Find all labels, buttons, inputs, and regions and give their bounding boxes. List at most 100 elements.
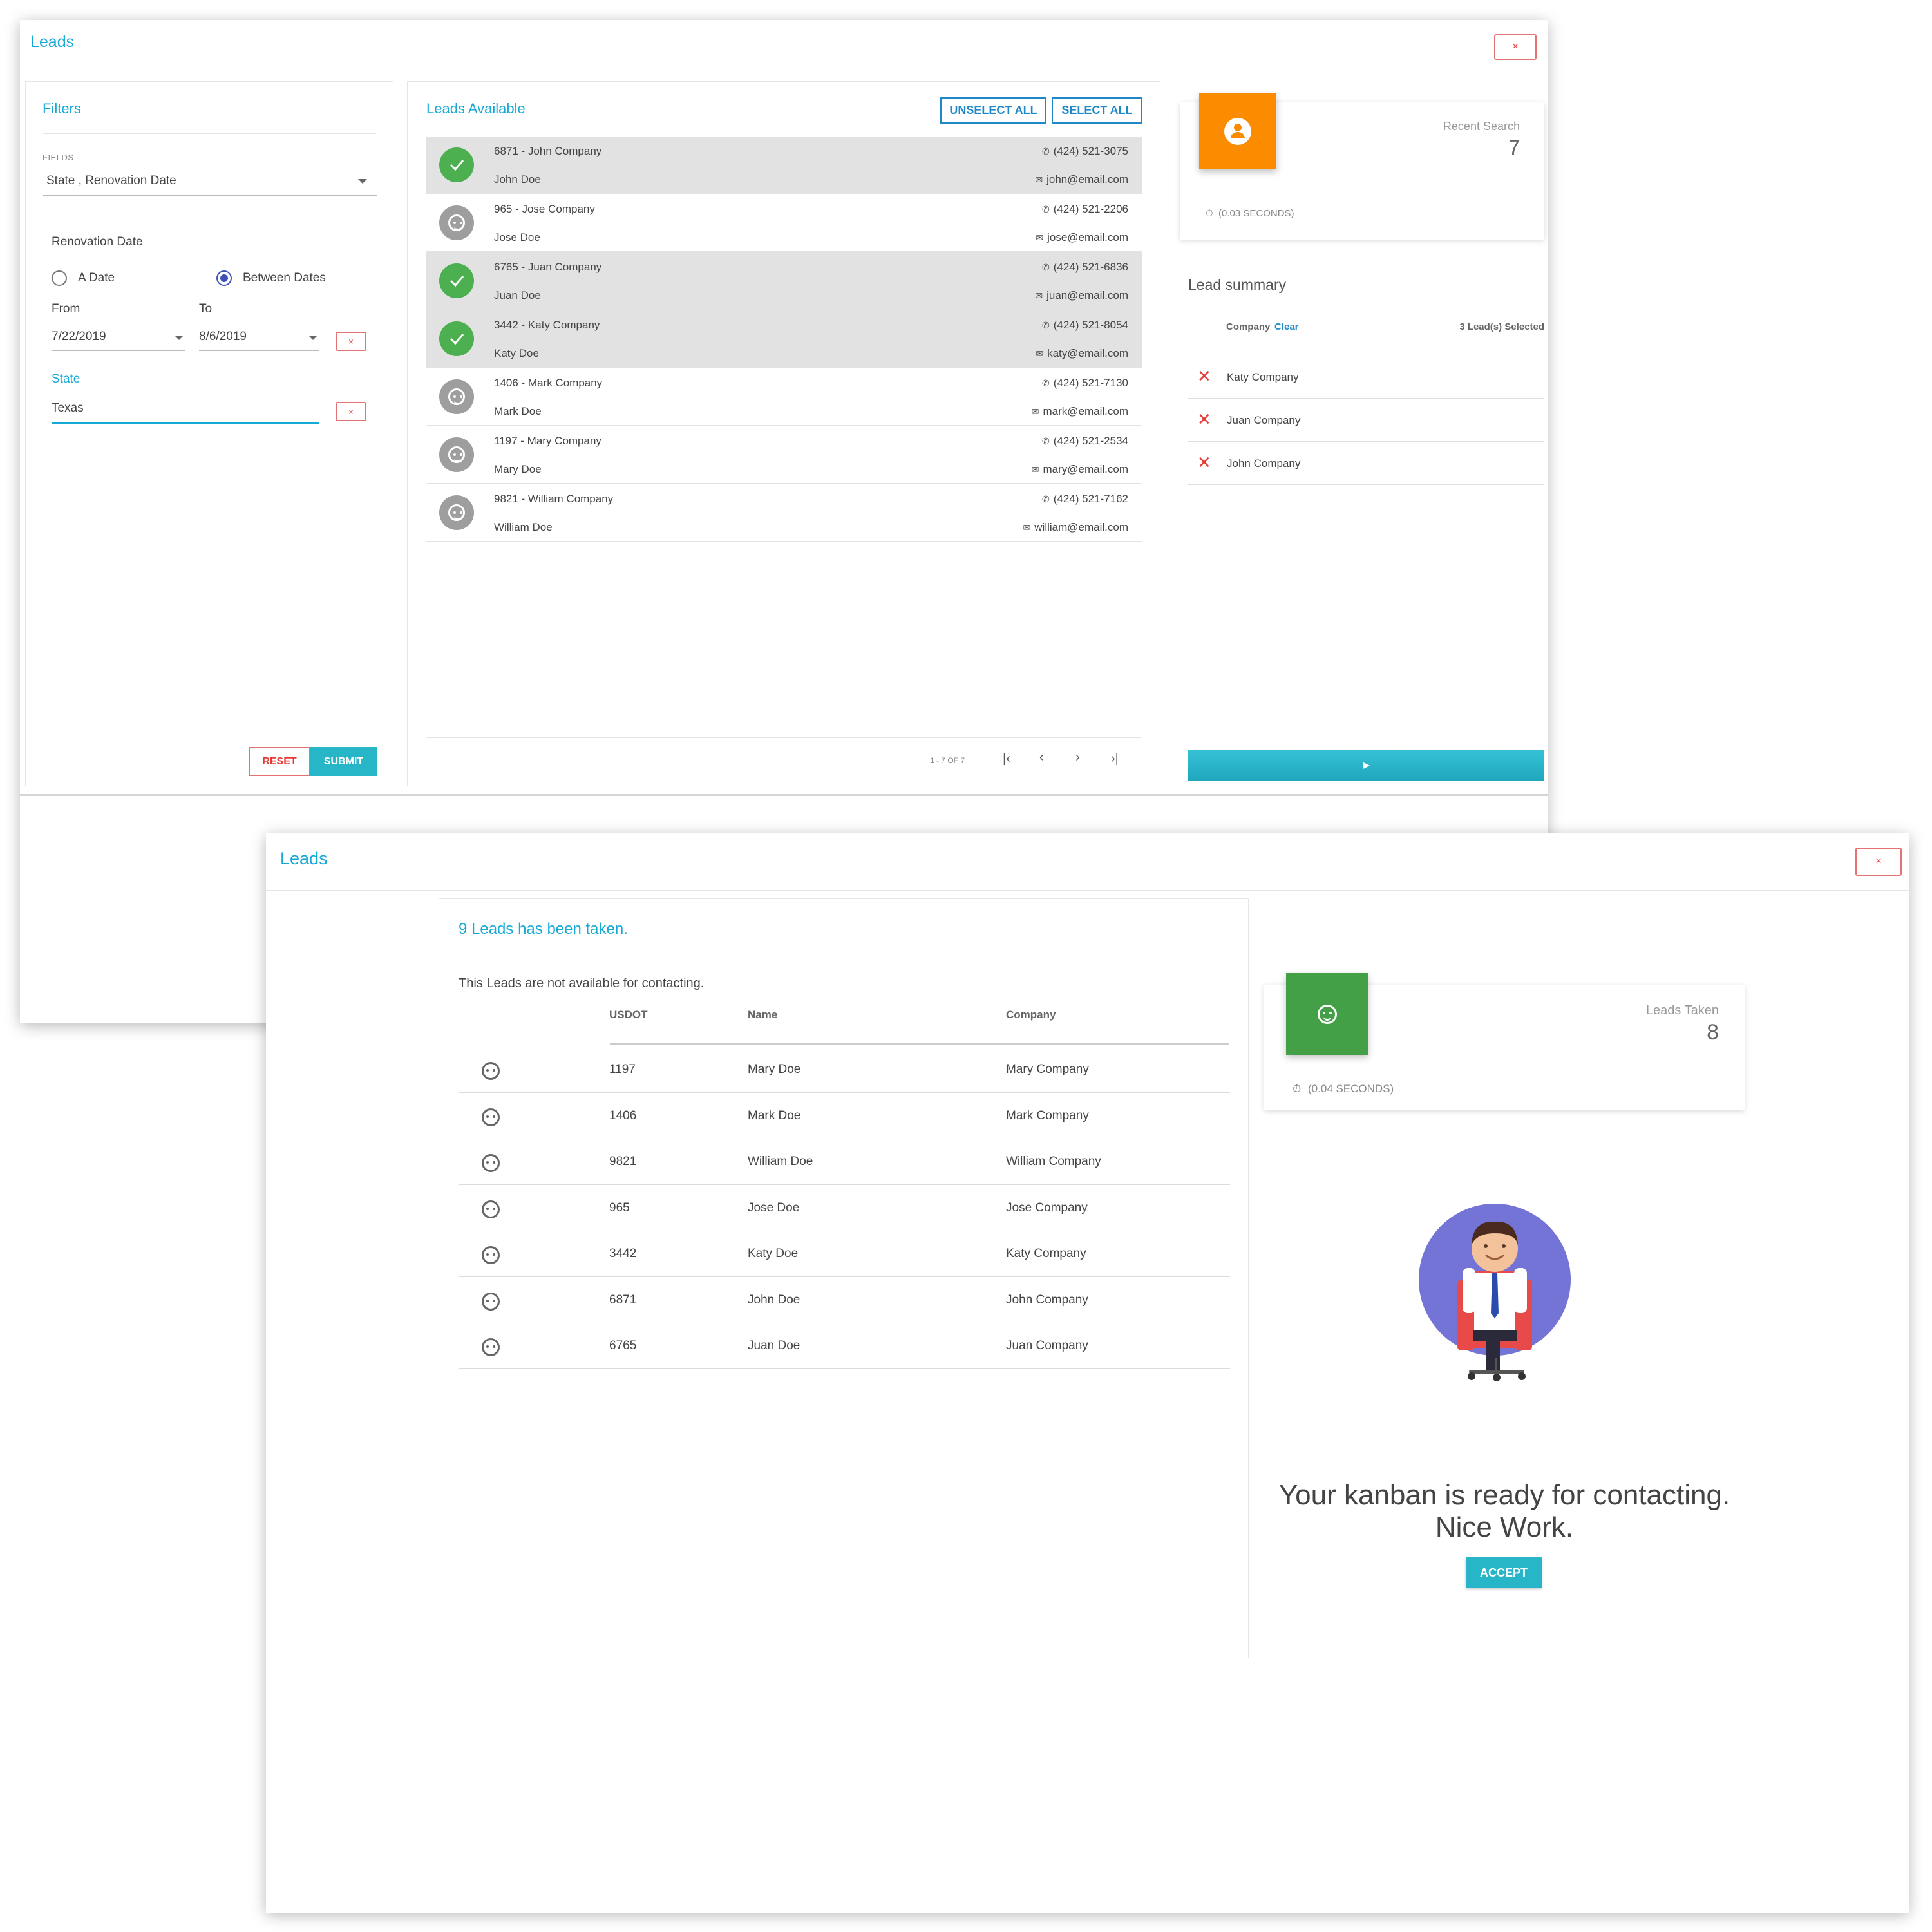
submit-button[interactable]: SUBMIT bbox=[310, 747, 377, 776]
clear-dates-button[interactable]: × bbox=[336, 332, 366, 351]
smile-icon bbox=[482, 1292, 500, 1311]
radio-between-dates[interactable] bbox=[216, 270, 232, 286]
company-cell: Jose Company bbox=[1006, 1200, 1088, 1215]
clear-state-button[interactable]: × bbox=[336, 402, 366, 421]
chevron-down-icon[interactable] bbox=[175, 336, 184, 340]
usdot-cell: 965 bbox=[609, 1200, 630, 1215]
to-date-value[interactable]: 8/6/2019 bbox=[199, 330, 247, 344]
lead-name: William Doe bbox=[494, 521, 553, 533]
header-divider bbox=[266, 890, 1909, 891]
lead-row[interactable]: 9821 - William Company William Doe ✆ (424) … bbox=[426, 484, 1142, 542]
radio-a-date-label: A Date bbox=[78, 271, 115, 285]
lead-phone-text: (424) 521-3075 bbox=[1053, 145, 1128, 157]
mail-icon: ✉ bbox=[1035, 290, 1043, 301]
lead-name: Katy Doe bbox=[494, 347, 539, 359]
chevron-down-icon[interactable] bbox=[308, 336, 317, 340]
lead-phone-text: (424) 521-6836 bbox=[1053, 261, 1128, 273]
success-message-line1: Your kanban is ready for contacting. bbox=[1278, 1479, 1730, 1511]
usdot-cell: 6765 bbox=[609, 1339, 637, 1352]
lead-row[interactable]: 965 - Jose Company Jose Doe ✆ (424) 521-220… bbox=[426, 194, 1142, 252]
mail-icon: ✉ bbox=[1036, 348, 1044, 359]
lead-email-text: mark@email.com bbox=[1043, 405, 1129, 417]
state-underline bbox=[52, 422, 319, 424]
check-icon[interactable] bbox=[439, 321, 474, 356]
smile-icon[interactable] bbox=[439, 495, 474, 530]
name-cell: Mark Doe bbox=[748, 1108, 801, 1122]
radio-a-date[interactable] bbox=[52, 270, 67, 286]
send-button[interactable]: ► bbox=[1188, 750, 1544, 781]
lead-phone-text: (424) 521-8054 bbox=[1053, 319, 1128, 331]
from-date-value[interactable]: 7/22/2019 bbox=[52, 330, 106, 344]
lead-phone: ✆ (424) 521-7162 bbox=[1042, 493, 1128, 506]
lead-row[interactable]: 1197 - Mary Company Mary Doe ✆ (424) 521-25… bbox=[426, 426, 1142, 484]
lead-row[interactable]: 3442 - Katy Company Katy Doe ✆ (424) 521-80… bbox=[426, 310, 1142, 368]
leads-taken-title: 9 Leads has been taken. bbox=[459, 920, 628, 938]
leads-available-title: Leads Available bbox=[426, 100, 526, 117]
next-page-icon[interactable]: › bbox=[1075, 750, 1080, 765]
lead-phone-text: (424) 521-2206 bbox=[1053, 203, 1128, 215]
taken-leads-panel: 9 Leads has been taken. This Leads are n… bbox=[439, 898, 1249, 1658]
lead-row[interactable]: 1406 - Mark Company Mark Doe ✆ (424) 521-71… bbox=[426, 368, 1142, 426]
table-row: 1406 Mark Doe Mark Company bbox=[459, 1094, 1230, 1139]
chevron-down-icon[interactable] bbox=[358, 179, 367, 184]
lead-name: Juan Doe bbox=[494, 289, 541, 301]
lead-row[interactable]: 6765 - Juan Company Juan Doe ✆ (424) 521-68… bbox=[426, 252, 1142, 310]
success-message-line2: Nice Work. bbox=[1435, 1511, 1574, 1543]
lead-email: ✉ mary@email.com bbox=[1032, 463, 1128, 476]
reset-button[interactable]: RESET bbox=[249, 747, 310, 776]
phone-icon: ✆ bbox=[1042, 320, 1050, 330]
smile-icon[interactable] bbox=[439, 437, 474, 472]
leads-taken-time: (0.04 SECONDS) bbox=[1308, 1083, 1394, 1095]
summary-item: ✕ Juan Company bbox=[1188, 399, 1544, 442]
leads-taken-value: 8 bbox=[1707, 1020, 1719, 1045]
prev-page-icon[interactable]: ‹ bbox=[1039, 750, 1044, 765]
remove-icon[interactable]: ✕ bbox=[1197, 411, 1211, 428]
lead-name: John Doe bbox=[494, 173, 541, 185]
clear-summary-link[interactable]: Clear bbox=[1274, 321, 1299, 332]
name-cell: Juan Doe bbox=[748, 1339, 800, 1352]
to-underline bbox=[199, 350, 319, 351]
fields-select-value[interactable]: State , Renovation Date bbox=[46, 174, 176, 188]
stopwatch-icon: ⏱ bbox=[1206, 208, 1213, 219]
company-cell: Juan Company bbox=[1006, 1339, 1088, 1352]
lead-title: 6871 - John Company bbox=[494, 145, 602, 157]
summary-company: Katy Company bbox=[1227, 371, 1299, 383]
lead-title: 1197 - Mary Company bbox=[494, 435, 601, 447]
check-icon[interactable] bbox=[439, 147, 474, 182]
state-input[interactable]: Texas bbox=[52, 401, 84, 415]
company-cell: Katy Company bbox=[1006, 1247, 1086, 1260]
divider bbox=[43, 133, 376, 134]
smile-icon[interactable] bbox=[439, 379, 474, 414]
summary-item: ✕ Katy Company bbox=[1188, 356, 1544, 399]
fields-underline bbox=[43, 195, 377, 196]
lead-phone: ✆ (424) 521-6836 bbox=[1042, 261, 1128, 274]
lead-row[interactable]: 6871 - John Company John Doe ✆ (424) 521-30… bbox=[426, 137, 1142, 194]
lead-email: ✉ john@email.com bbox=[1035, 173, 1128, 186]
last-page-icon[interactable]: ›| bbox=[1111, 752, 1119, 766]
check-icon[interactable] bbox=[439, 263, 474, 298]
smile-icon bbox=[482, 1338, 500, 1356]
lead-email: ✉ jose@email.com bbox=[1036, 231, 1128, 244]
remove-icon[interactable]: ✕ bbox=[1197, 454, 1211, 471]
company-cell: John Company bbox=[1006, 1293, 1088, 1307]
lead-phone: ✆ (424) 521-3075 bbox=[1042, 145, 1128, 158]
remove-icon[interactable]: ✕ bbox=[1197, 368, 1211, 384]
table-row: 1197 Mary Doe Mary Company bbox=[459, 1047, 1230, 1093]
first-page-icon[interactable]: |‹ bbox=[1003, 752, 1010, 766]
company-header: Company bbox=[1006, 1009, 1056, 1021]
accept-button[interactable]: ACCEPT bbox=[1466, 1557, 1542, 1588]
filters-panel: Filters FIELDS State , Renovation Date R… bbox=[25, 81, 393, 786]
lead-phone-text: (424) 521-7162 bbox=[1053, 493, 1128, 505]
window-title: Leads bbox=[30, 33, 75, 51]
company-column-label: Company bbox=[1226, 321, 1271, 332]
close-button[interactable]: × bbox=[1855, 848, 1902, 876]
lead-title: 3442 - Katy Company bbox=[494, 319, 600, 331]
select-all-button[interactable]: SELECT ALL bbox=[1052, 97, 1142, 124]
leads-taken-card: Leads Taken 8 ⏱ (0.04 SECONDS) bbox=[1264, 973, 1745, 1110]
close-button[interactable]: × bbox=[1494, 34, 1537, 60]
smile-icon[interactable] bbox=[439, 205, 474, 240]
unselect-all-button[interactable]: UNSELECT ALL bbox=[940, 97, 1046, 124]
state-label: State bbox=[52, 372, 80, 386]
name-header: Name bbox=[748, 1009, 778, 1021]
smile-icon bbox=[1286, 973, 1368, 1055]
